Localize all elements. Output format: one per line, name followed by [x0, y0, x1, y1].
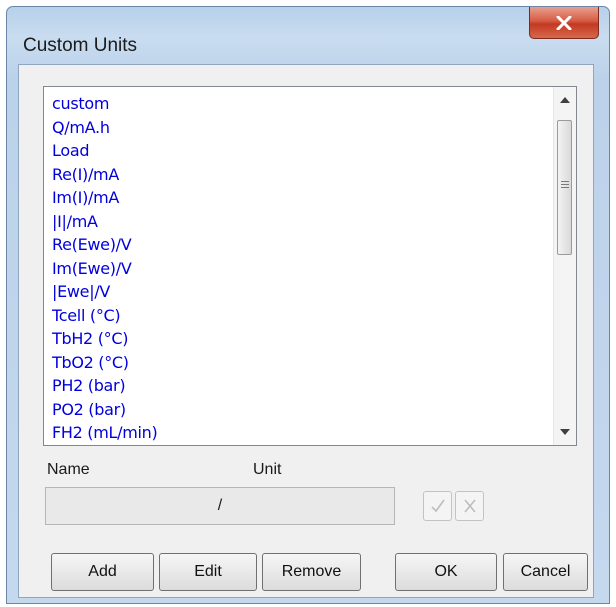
list-item[interactable]: TbO2 (°C): [52, 351, 554, 375]
scroll-down-arrow-icon[interactable]: [554, 421, 576, 443]
close-icon: [556, 15, 572, 30]
scroll-up-arrow-icon[interactable]: [554, 89, 576, 111]
list-item[interactable]: Tcell (°C): [52, 304, 554, 328]
list-item[interactable]: PO2 (bar): [52, 398, 554, 422]
remove-button[interactable]: Remove: [262, 553, 361, 591]
units-list[interactable]: custom Q/mA.h Load Re(I)/mA Im(I)/mA |I|/mA Re…: [44, 87, 554, 445]
vertical-scrollbar[interactable]: [553, 87, 576, 445]
unit-value: /: [217, 497, 223, 514]
list-item[interactable]: Re(Ewe)/V: [52, 233, 554, 257]
dialog-title: Custom Units: [23, 35, 138, 56]
cancel-edit-button[interactable]: [455, 491, 484, 521]
checkmark-icon: [430, 499, 445, 513]
unit-label: Unit: [253, 461, 282, 478]
list-item[interactable]: Q/mA.h: [52, 116, 554, 140]
scrollbar-thumb[interactable]: [557, 120, 572, 255]
units-listbox[interactable]: custom Q/mA.h Load Re(I)/mA Im(I)/mA |I|/mA Re…: [43, 86, 577, 446]
close-button[interactable]: [529, 7, 599, 39]
list-item[interactable]: Re(I)/mA: [52, 163, 554, 187]
name-label: Name: [47, 461, 90, 478]
scroll-grip-icon: [561, 181, 569, 190]
list-item[interactable]: Im(I)/mA: [52, 186, 554, 210]
list-item[interactable]: Im(Ewe)/V: [52, 257, 554, 281]
list-item[interactable]: TbH2 (°C): [52, 327, 554, 351]
cancel-button[interactable]: Cancel: [503, 553, 588, 591]
custom-units-dialog: Custom Units custom Q/mA.h Load Re(I)/mA Im(…: [6, 6, 610, 604]
confirm-edit-button[interactable]: [423, 491, 452, 521]
dialog-body: custom Q/mA.h Load Re(I)/mA Im(I)/mA |I|/mA Re…: [18, 64, 594, 598]
list-item[interactable]: |I|/mA: [52, 210, 554, 234]
cross-icon: [463, 499, 476, 513]
unit-field[interactable]: /: [45, 487, 395, 525]
add-button[interactable]: Add: [51, 553, 154, 591]
list-item[interactable]: FH2 (mL/min): [52, 421, 554, 445]
edit-button[interactable]: Edit: [159, 553, 257, 591]
ok-button[interactable]: OK: [395, 553, 497, 591]
list-item[interactable]: Load: [52, 139, 554, 163]
list-item[interactable]: |Ewe|/V: [52, 280, 554, 304]
list-item[interactable]: PH2 (bar): [52, 374, 554, 398]
list-item[interactable]: custom: [52, 92, 554, 116]
